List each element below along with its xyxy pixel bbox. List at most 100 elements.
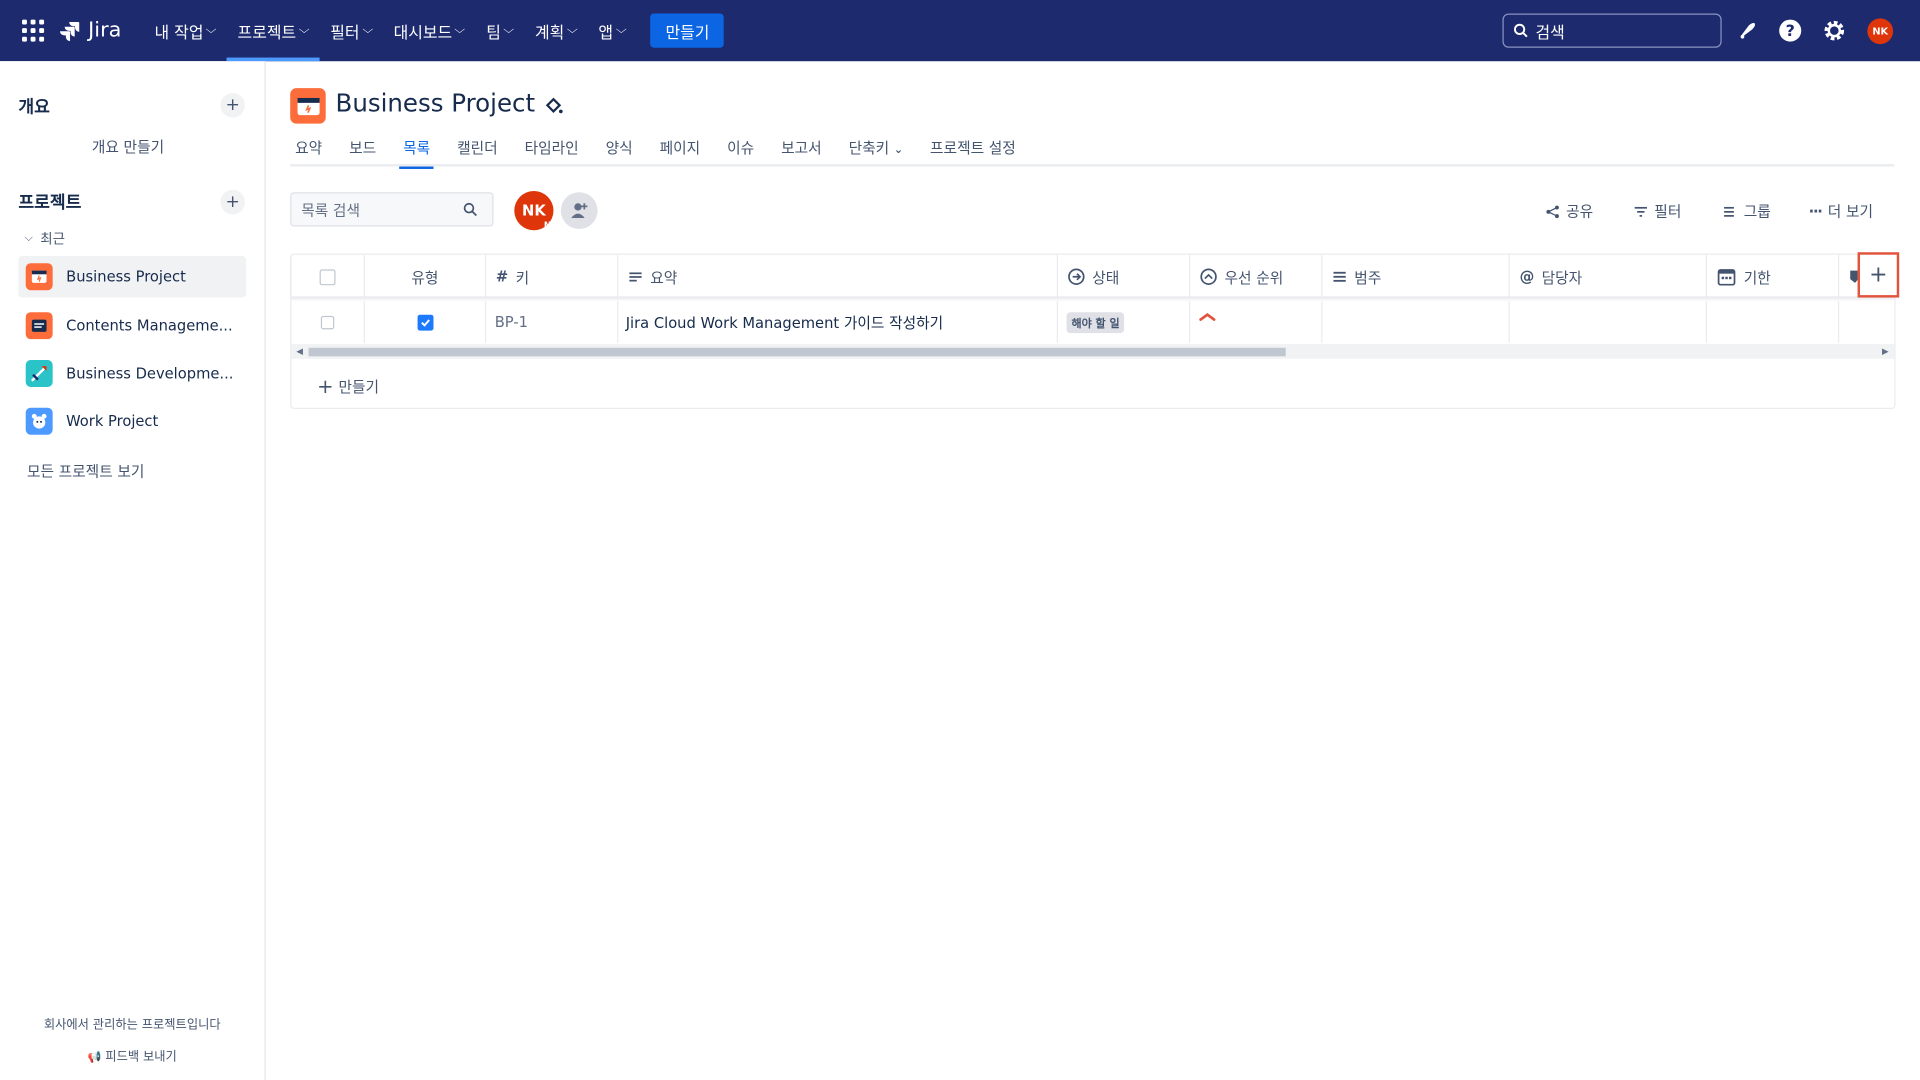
tab-reports[interactable]: 보고서 <box>781 132 822 166</box>
nav-teams[interactable]: 팀 ⌵ <box>475 0 524 61</box>
column-type[interactable]: 유형 <box>365 254 487 299</box>
tab-label: 단축키 <box>848 139 890 157</box>
tab-shortcuts[interactable]: 단축키 ⌄ <box>849 132 903 166</box>
jira-logo[interactable]: Jira <box>59 18 121 43</box>
row-assignee-cell[interactable] <box>1510 301 1707 343</box>
status-badge[interactable]: 해야 할 일 <box>1066 311 1125 333</box>
column-label: 우선 순위 <box>1224 268 1284 286</box>
chevron-down-icon: ⌵ <box>503 24 515 37</box>
sidebar-project-business-development[interactable]: Business Developme... <box>18 353 246 395</box>
tab-forms[interactable]: 양식 <box>606 132 633 166</box>
search-placeholder: 검색 <box>1535 23 1565 43</box>
text-lines-icon <box>629 272 642 282</box>
create-button[interactable]: 만들기 <box>650 13 725 48</box>
add-project-button[interactable]: + <box>220 189 245 215</box>
column-status[interactable]: 상태 <box>1058 254 1191 299</box>
nav-plans[interactable]: 계획 ⌵ <box>524 0 587 61</box>
calendar-icon <box>1717 269 1736 286</box>
app-switcher-icon[interactable] <box>22 19 45 42</box>
column-due-date[interactable]: 기한 <box>1707 254 1840 299</box>
member-avatar[interactable]: NK N <box>514 191 554 231</box>
share-button[interactable]: 공유 <box>1545 201 1593 222</box>
row-status-cell[interactable]: 해야 할 일 <box>1058 301 1191 343</box>
more-button[interactable]: ··· 더 보기 <box>1809 201 1873 222</box>
project-tabs: 요약 보드 목록 캘린더 타임라인 양식 페이지 이슈 보고서 단축키 ⌄ 프로… <box>290 132 1895 169</box>
add-people-button[interactable] <box>560 192 598 229</box>
list-search-placeholder: 목록 검색 <box>301 201 360 219</box>
column-label: 키 <box>515 268 530 286</box>
row-due-date-cell[interactable] <box>1707 301 1840 343</box>
tab-list[interactable]: 목록 <box>399 132 434 169</box>
project-icon <box>25 407 53 435</box>
row-priority-cell[interactable] <box>1190 301 1323 343</box>
scroll-left-icon[interactable]: ◀ <box>296 344 303 359</box>
status-arrow-icon <box>1068 268 1085 285</box>
column-key[interactable]: # 키 <box>486 254 619 299</box>
task-type-icon <box>416 314 433 331</box>
scrollbar-thumb[interactable] <box>308 347 1286 357</box>
hash-icon: # <box>495 268 509 286</box>
sidebar-project-work[interactable]: Work Project <box>18 400 246 442</box>
paint-bucket-icon[interactable] <box>544 96 564 120</box>
sidebar: 개요 + 개요 만들기 프로젝트 + ⌵ 최근 Business Project… <box>0 61 266 1080</box>
tab-issues[interactable]: 이슈 <box>727 132 754 166</box>
view-all-projects-link[interactable]: 모든 프로젝트 보기 <box>27 460 144 481</box>
list-search-input[interactable]: 목록 검색 <box>290 192 494 227</box>
scroll-right-icon[interactable]: ▶ <box>1882 344 1889 359</box>
column-assignee[interactable]: @ 담당자 <box>1510 254 1707 299</box>
add-column-button[interactable]: + <box>1857 252 1900 298</box>
add-overview-button[interactable]: + <box>220 93 245 118</box>
tab-pages[interactable]: 페이지 <box>660 132 701 166</box>
column-summary[interactable]: 요약 <box>618 254 1058 299</box>
row-checkbox[interactable] <box>320 315 335 329</box>
tab-timeline[interactable]: 타임라인 <box>525 132 579 166</box>
project-name: Business Developme... <box>66 364 234 383</box>
issue-summary[interactable]: Jira Cloud Work Management 가이드 작성하기 <box>618 301 1058 343</box>
select-all-checkbox[interactable] <box>319 268 336 285</box>
row-partial-cell <box>1839 301 1894 343</box>
nav-apps[interactable]: 앱 ⌵ <box>587 0 636 61</box>
share-icon <box>1546 204 1559 218</box>
nav-projects[interactable]: 프로젝트 ⌵ <box>226 0 320 62</box>
tab-summary[interactable]: 요약 <box>295 132 322 166</box>
project-avatar-icon <box>290 88 326 124</box>
help-icon[interactable]: ? <box>1777 17 1804 44</box>
managed-by-company-text: 회사에서 관리하는 프로젝트입니다 <box>43 1018 221 1033</box>
nav-label: 팀 <box>486 23 501 43</box>
issue-key[interactable]: BP-1 <box>486 301 619 343</box>
user-avatar[interactable]: NK <box>1867 18 1894 45</box>
chevron-down-icon: ⌵ <box>454 24 466 37</box>
table-row[interactable]: BP-1 Jira Cloud Work Management 가이드 작성하기… <box>291 301 1894 343</box>
filter-button[interactable]: 필터 <box>1633 201 1681 222</box>
nav-filters[interactable]: 필터 ⌵ <box>319 0 382 61</box>
tab-project-settings[interactable]: 프로젝트 설정 <box>930 132 1016 166</box>
tab-board[interactable]: 보드 <box>349 132 376 166</box>
sidebar-project-business[interactable]: Business Project <box>18 255 247 298</box>
row-category-cell[interactable] <box>1322 301 1510 343</box>
create-overview-link[interactable]: 개요 만들기 <box>92 136 164 157</box>
project-name: Work Project <box>66 412 159 430</box>
recent-toggle[interactable]: ⌵ 최근 <box>24 229 65 249</box>
global-search-input[interactable]: 검색 <box>1502 13 1722 48</box>
sidebar-project-contents[interactable]: Contents Manageme... <box>18 305 246 347</box>
tab-calendar[interactable]: 캘린더 <box>457 132 498 166</box>
settings-icon[interactable] <box>1821 17 1848 44</box>
feedback-button[interactable]: 📢 피드백 보내기 <box>0 1046 264 1064</box>
horizontal-scrollbar[interactable]: ◀ ▶ <box>291 344 1895 359</box>
search-icon <box>1513 23 1528 38</box>
notifications-icon[interactable] <box>1734 17 1761 44</box>
table-header: 유형 # 키 요약 상태 우선 순위 범주 @ 담당자 기한 <box>291 254 1895 299</box>
row-type-cell <box>365 301 487 343</box>
project-name: Business Project <box>66 268 186 286</box>
nav-label: 프로젝트 <box>237 23 297 43</box>
chevron-down-icon: ⌵ <box>205 24 217 37</box>
category-icon <box>1333 271 1346 282</box>
column-priority[interactable]: 우선 순위 <box>1190 254 1323 299</box>
share-label: 공유 <box>1566 203 1594 221</box>
plus-icon: + <box>1869 262 1888 288</box>
nav-my-work[interactable]: 내 작업 ⌵ <box>143 0 226 61</box>
column-category[interactable]: 범주 <box>1322 254 1510 299</box>
create-issue-button[interactable]: + 만들기 <box>317 375 379 398</box>
nav-dashboards[interactable]: 대시보드 ⌵ <box>383 0 476 61</box>
group-button[interactable]: 그룹 <box>1723 201 1771 222</box>
